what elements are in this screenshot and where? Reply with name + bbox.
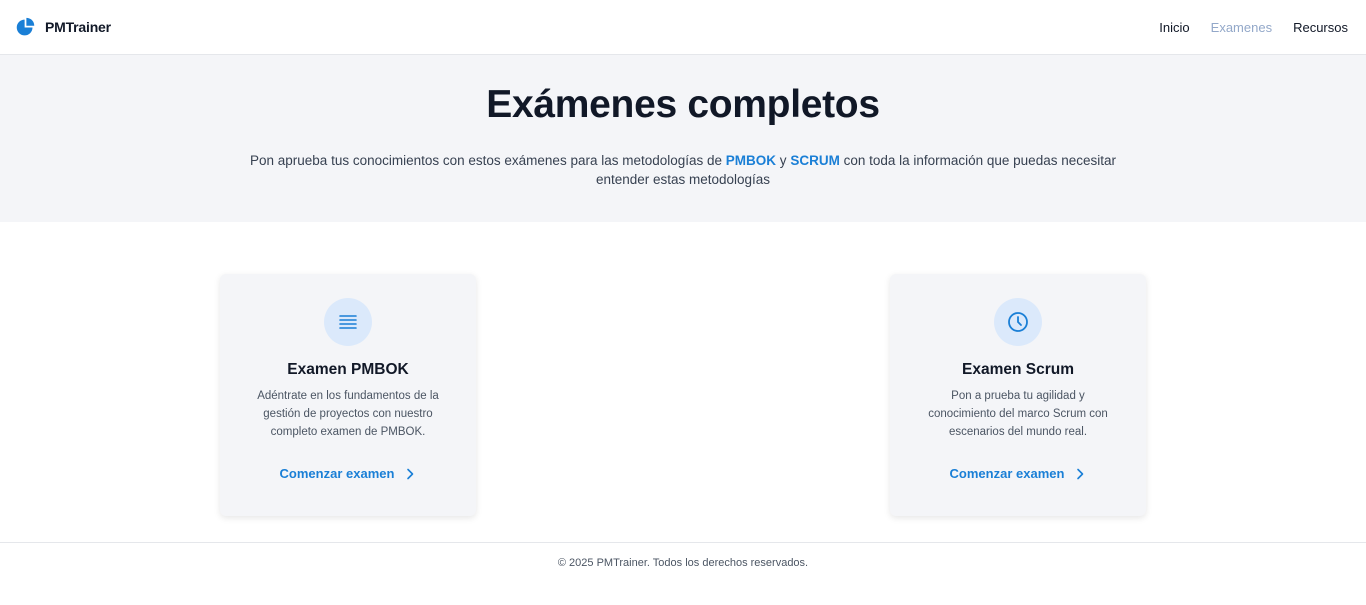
nav-link-examenes[interactable]: Examenes	[1211, 20, 1272, 35]
card-title: Examen Scrum	[962, 361, 1074, 378]
card-title: Examen PMBOK	[287, 361, 409, 378]
hero-section: Exámenes completos Pon aprueba tus conoc…	[0, 55, 1366, 222]
start-exam-scrum-link[interactable]: Comenzar examen	[890, 466, 1146, 481]
pie-chart-icon	[16, 17, 35, 35]
exam-cards: Examen PMBOK Adéntrate en los fundamento…	[0, 222, 1366, 542]
card-scrum: Examen Scrum Pon a prueba tu agilidad y …	[890, 274, 1146, 516]
list-icon	[324, 298, 372, 346]
brand-link[interactable]: PMTrainer	[15, 17, 111, 38]
footer: © 2025 PMTrainer. Todos los derechos res…	[0, 542, 1366, 586]
card-link-label: Comenzar examen	[949, 466, 1065, 481]
highlight-pmbok: PMBOK	[725, 153, 777, 168]
nav-link-recursos[interactable]: Recursos	[1293, 20, 1348, 35]
chevron-right-icon	[407, 468, 414, 479]
nav-links: Inicio Examenes Recursos	[1159, 20, 1348, 35]
navbar: PMTrainer Inicio Examenes Recursos	[0, 0, 1366, 55]
start-exam-pmbok-link[interactable]: Comenzar examen	[220, 466, 476, 481]
highlight-scrum: SCRUM	[790, 153, 840, 168]
chevron-right-icon	[1077, 468, 1084, 479]
hero-description: Pon aprueba tus conocimientos con estos …	[243, 151, 1123, 189]
copyright-text: © 2025 PMTrainer. Todos los derechos res…	[557, 557, 809, 569]
card-description: Pon a prueba tu agilidad y conocimiento …	[928, 390, 1108, 438]
card-link-label: Comenzar examen	[279, 466, 395, 481]
page-title: Exámenes completos	[486, 83, 880, 126]
hero-desc-text: Pon aprueba tus conocimientos con estos …	[250, 153, 726, 168]
brand-name: PMTrainer	[45, 19, 111, 35]
nav-link-inicio[interactable]: Inicio	[1159, 20, 1189, 35]
clock-icon	[994, 298, 1042, 346]
card-pmbok: Examen PMBOK Adéntrate en los fundamento…	[220, 274, 476, 516]
card-description: Adéntrate en los fundamentos de la gesti…	[257, 390, 439, 438]
hero-desc-text: y	[776, 153, 791, 168]
